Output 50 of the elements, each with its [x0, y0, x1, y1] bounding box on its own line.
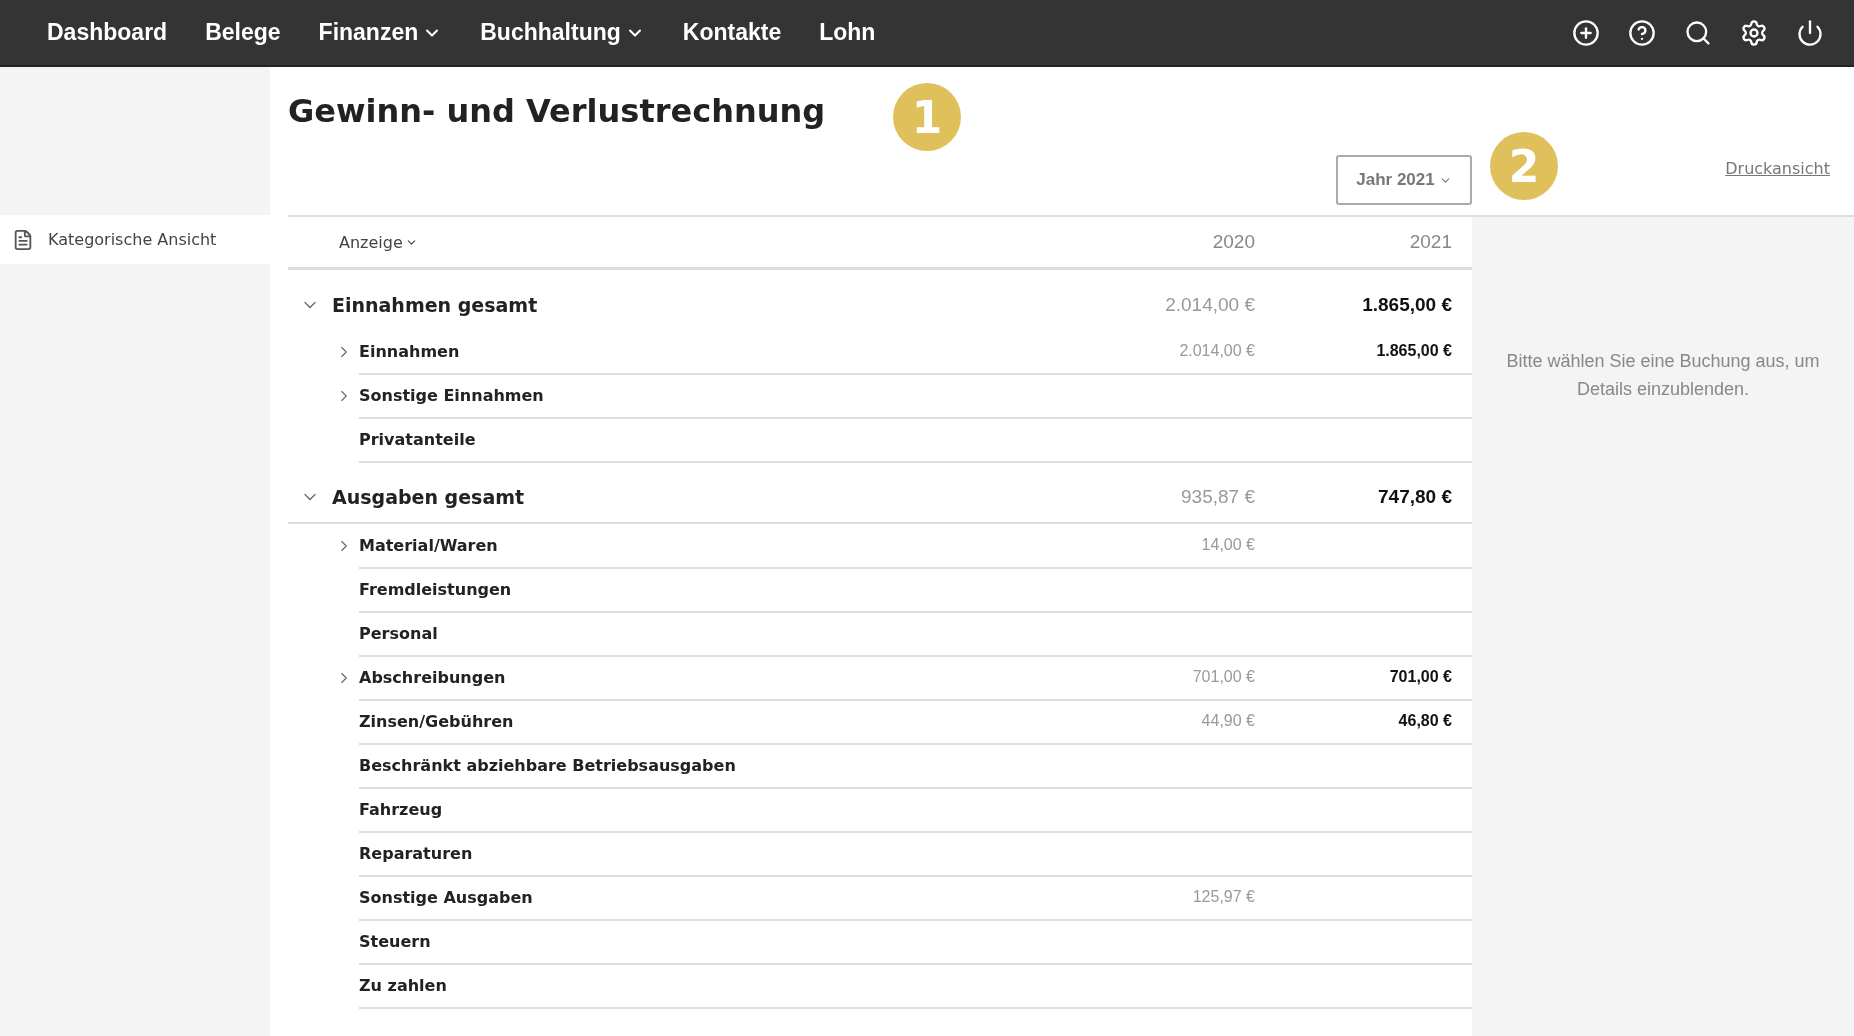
year-dropdown[interactable]: Jahr 2021: [1336, 155, 1472, 205]
category-label: Personal: [359, 623, 439, 643]
category-label: Privatanteile: [359, 429, 477, 449]
search-button[interactable]: [1684, 18, 1712, 47]
category-label: Fremdleistungen: [359, 579, 513, 599]
document-icon: [12, 228, 34, 251]
category-label: Steuern: [359, 931, 432, 951]
settings-button[interactable]: [1740, 18, 1768, 47]
group-label: Einnahmen gesamt: [332, 294, 539, 316]
group-label: Ausgaben gesamt: [332, 486, 526, 508]
amount: 935,87 €: [1180, 486, 1255, 508]
sidebar-item[interactable]: Kategorische Ansicht: [0, 215, 270, 264]
category-label: Sonstige Ausgaben: [359, 887, 534, 907]
help-button[interactable]: [1628, 18, 1656, 47]
amount: 1.865,00 €: [1361, 294, 1452, 316]
amount: 2.014,00 €: [1164, 294, 1255, 316]
add-button[interactable]: [1572, 18, 1600, 47]
number-badge: 2: [1490, 132, 1558, 200]
print-view-link[interactable]: Druckansicht: [1725, 159, 1830, 178]
nav-menu-item[interactable]: Finanzen: [318, 19, 443, 46]
category-label: Fahrzeug: [359, 799, 444, 819]
amount: 46,80 €: [1397, 712, 1452, 730]
category-label: Beschränkt abziehbare Betriebsausgaben: [359, 755, 737, 775]
column-header: 2020: [1211, 231, 1255, 253]
category-label: Sonstige Einnahmen: [359, 385, 545, 405]
category-label: Einnahmen: [359, 341, 461, 361]
nav-menu-item[interactable]: Lohn: [819, 19, 876, 46]
amount: 1.865,00 €: [1375, 342, 1452, 360]
category-label: Reparaturen: [359, 843, 474, 863]
power-button[interactable]: [1796, 18, 1824, 47]
nav-menu-item[interactable]: Buchhaltung: [480, 19, 645, 46]
display-dropdown[interactable]: Anzeige: [339, 232, 418, 252]
category-label: Zu zahlen: [359, 975, 448, 995]
amount: 125,97 €: [1191, 888, 1255, 906]
amount: 701,00 €: [1388, 668, 1452, 686]
amount: 2.014,00 €: [1178, 342, 1255, 360]
amount: 14,00 €: [1200, 536, 1255, 554]
category-label: Zinsen/Gebühren: [359, 711, 515, 731]
detail-hint: Bitte wählen Sie eine Buchung aus, um Details einzublenden.: [1505, 350, 1821, 401]
number-badge: 1: [893, 83, 962, 151]
nav-menu-item[interactable]: Dashboard: [47, 19, 168, 46]
category-label: Material/Waren: [359, 535, 499, 555]
amount: 44,90 €: [1200, 712, 1255, 730]
nav-menu-item[interactable]: Belege: [205, 19, 281, 46]
category-label: Abschreibungen: [359, 667, 507, 687]
page-title: Gewinn- und Verlustrechnung: [288, 92, 826, 130]
amount: 747,80 €: [1377, 486, 1452, 508]
column-header: 2021: [1408, 231, 1452, 253]
amount: 701,00 €: [1191, 668, 1255, 686]
nav-menu-item[interactable]: Kontakte: [682, 19, 782, 46]
